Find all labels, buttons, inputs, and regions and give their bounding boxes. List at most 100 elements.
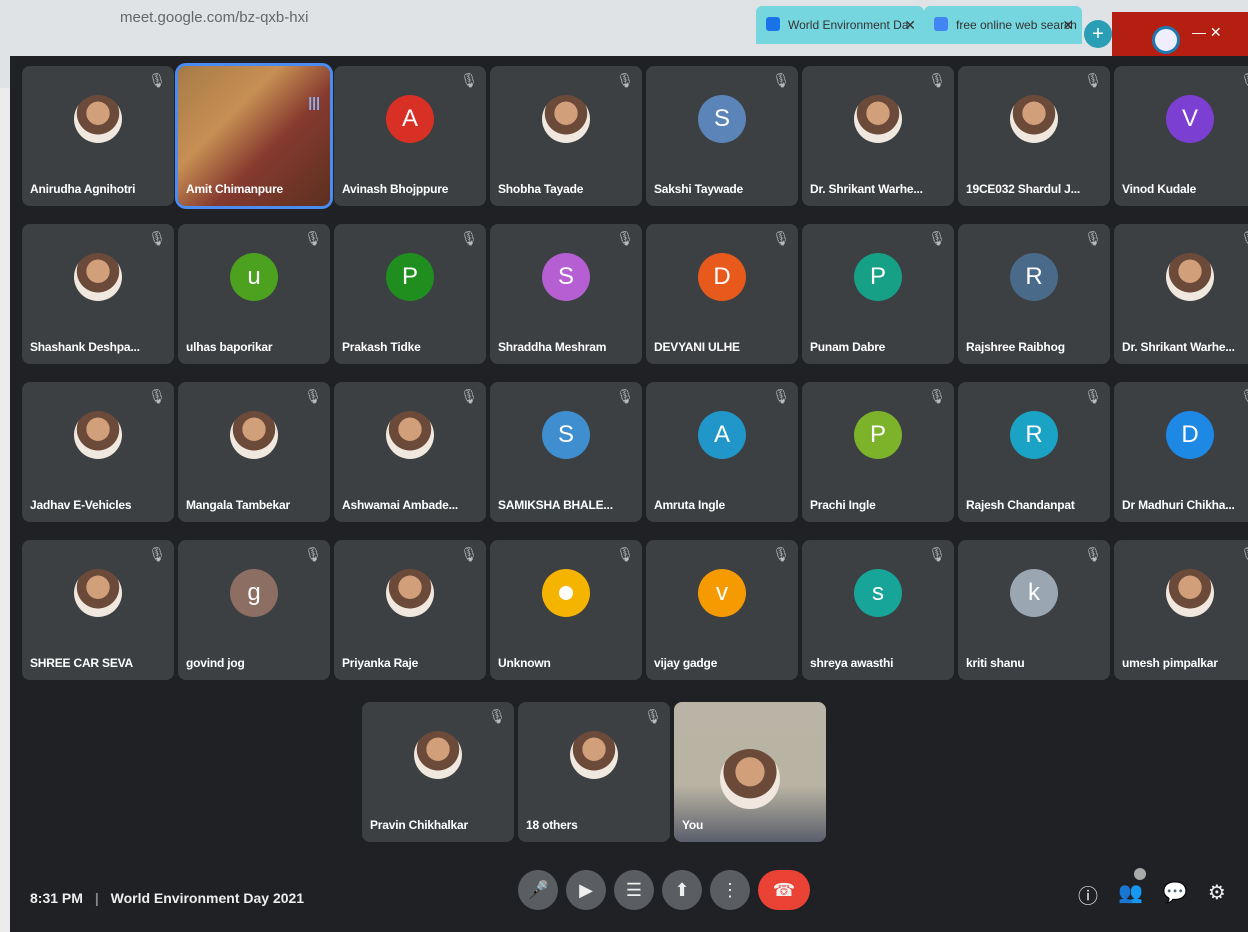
speaking-indicator-icon: ||| — [308, 94, 320, 110]
mic-muted-icon: 🎙︎ — [928, 230, 946, 246]
participant-tile[interactable]: 🎙︎ Anirudha Agnihotri — [22, 66, 174, 206]
mic-muted-icon: 🎙︎ — [772, 388, 790, 404]
participant-name: Shraddha Meshram — [498, 340, 607, 354]
mic-muted-icon: 🎙︎ — [772, 72, 790, 88]
tab-favicon-icon — [766, 17, 780, 31]
avatar-photo — [542, 95, 590, 144]
window-controls[interactable]: — ✕ — [1192, 24, 1222, 41]
participant-name: Amruta Ingle — [654, 498, 725, 512]
participant-name: Rajesh Chandanpat — [966, 498, 1075, 512]
participant-name: Shashank Deshpa... — [30, 340, 140, 354]
participant-name: SAMIKSHA BHALE... — [498, 498, 613, 512]
participant-name: You — [682, 818, 704, 832]
participant-tile[interactable]: 🎙︎ Dr. Shrikant Warhe... — [1114, 224, 1248, 364]
browser-tab-1[interactable]: World Environment Da ✕ — [756, 6, 924, 44]
participant-name: Anirudha Agnihotri — [30, 182, 136, 196]
participant-tile[interactable]: 🎙︎ 18 others — [518, 702, 670, 842]
participant-tile[interactable]: 🎙︎ SHREE CAR SEVA — [22, 540, 174, 680]
participant-tile[interactable]: 🎙︎ umesh pimpalkar — [1114, 540, 1248, 680]
mic-muted-icon: 🎙︎ — [616, 72, 634, 88]
people-count-badge — [1134, 868, 1146, 880]
profile-icon[interactable] — [1152, 26, 1180, 54]
tab-close-icon[interactable]: ✕ — [904, 6, 916, 44]
participant-tile[interactable]: R 🎙︎ Rajshree Raibhog — [958, 224, 1110, 364]
participant-name: Sakshi Taywade — [654, 182, 744, 196]
avatar-photo — [74, 411, 122, 460]
avatar-initial: P — [854, 411, 902, 460]
participant-tile[interactable]: S 🎙︎ SAMIKSHA BHALE... — [490, 382, 642, 522]
participant-tile[interactable]: S 🎙︎ Sakshi Taywade — [646, 66, 798, 206]
camera-button[interactable]: ▶ — [566, 870, 606, 910]
participant-tile[interactable]: v 🎙︎ vijay gadge — [646, 540, 798, 680]
address-bar[interactable]: meet.google.com/bz-qxb-hxi — [120, 6, 500, 30]
mic-muted-icon: 🎙︎ — [488, 708, 506, 724]
new-tab-button[interactable]: + — [1084, 20, 1112, 48]
participant-tile[interactable]: S 🎙︎ Shraddha Meshram — [490, 224, 642, 364]
participant-tile[interactable]: u 🎙︎ ulhas baporikar — [178, 224, 330, 364]
mic-muted-icon: 🎙︎ — [644, 708, 662, 724]
meeting-title: World Environment Day 2021 — [110, 890, 305, 906]
avatar-photo — [74, 569, 122, 618]
participant-tile[interactable]: 🎙︎ Mangala Tambekar — [178, 382, 330, 522]
unknown-user-icon — [542, 569, 590, 618]
participant-tile[interactable]: 🎙︎ Pravin Chikhalkar — [362, 702, 514, 842]
participant-tile[interactable]: P 🎙︎ Prachi Ingle — [802, 382, 954, 522]
avatar-initial: P — [854, 253, 902, 302]
avatar-photo — [386, 411, 434, 460]
participant-tile[interactable]: 🎙︎ Priyanka Raje — [334, 540, 486, 680]
info-icon[interactable]: ⓘ — [1078, 880, 1098, 909]
participant-tile[interactable]: ||| Amit Chimanpure — [175, 63, 333, 209]
mic-muted-icon: 🎙︎ — [1240, 388, 1248, 405]
more-options-button[interactable]: ⋮ — [710, 870, 750, 910]
browser-tab-2[interactable]: free online web search ✕ — [924, 6, 1082, 44]
avatar-initial: D — [1166, 411, 1214, 460]
mic-muted-icon: 🎙︎ — [1084, 388, 1102, 404]
avatar-initial: P — [386, 253, 434, 302]
participant-tile[interactable]: s 🎙︎ shreya awasthi — [802, 540, 954, 680]
avatar-photo — [1010, 95, 1058, 144]
avatar-initial: v — [698, 569, 746, 618]
participant-tile[interactable]: g 🎙︎ govind jog — [178, 540, 330, 680]
participant-tile[interactable]: A 🎙︎ Amruta Ingle — [646, 382, 798, 522]
participant-tile[interactable]: P 🎙︎ Prakash Tidke — [334, 224, 486, 364]
participant-tile[interactable]: R 🎙︎ Rajesh Chandanpat — [958, 382, 1110, 522]
avatar-initial: k — [1010, 569, 1058, 618]
participant-tile[interactable]: P 🎙︎ Punam Dabre — [802, 224, 954, 364]
participant-tile[interactable]: V 🎙︎ Vinod Kudale — [1114, 66, 1248, 206]
participant-name: Mangala Tambekar — [186, 498, 290, 512]
captions-button[interactable]: ☰ — [614, 870, 654, 910]
mic-muted-icon: 🎙︎ — [304, 230, 322, 246]
participant-name: Unknown — [498, 656, 551, 670]
participant-tile[interactable]: 🎙︎ Shashank Deshpa... — [22, 224, 174, 364]
participant-tile[interactable]: D 🎙︎ Dr Madhuri Chikha... — [1114, 382, 1248, 522]
participant-name: Dr Madhuri Chikha... — [1122, 498, 1235, 512]
participant-name: kriti shanu — [966, 656, 1025, 670]
participant-name: vijay gadge — [654, 656, 718, 670]
participant-tile[interactable]: D 🎙︎ DEVYANI ULHE — [646, 224, 798, 364]
chat-icon[interactable]: 💬 — [1163, 880, 1188, 909]
end-call-button[interactable]: ☎ — [758, 870, 810, 910]
participant-tile[interactable]: You — [674, 702, 826, 842]
participant-tile[interactable]: 🎙︎ Unknown — [490, 540, 642, 680]
avatar-photo — [74, 95, 122, 144]
participant-name: Amit Chimanpure — [186, 182, 284, 196]
activities-icon[interactable]: ⚙ — [1208, 880, 1226, 909]
participant-tile[interactable]: k 🎙︎ kriti shanu — [958, 540, 1110, 680]
participant-tile[interactable]: 🎙︎ Ashwamai Ambade... — [334, 382, 486, 522]
tab-close-icon[interactable]: ✕ — [1062, 6, 1074, 44]
participant-tile[interactable]: 🎙︎ Shobha Tayade — [490, 66, 642, 206]
mic-button[interactable]: 🎤 — [518, 870, 558, 910]
participant-tile[interactable]: 🎙︎ 19CE032 Shardul J... — [958, 66, 1110, 206]
people-icon[interactable]: 👥 — [1118, 880, 1143, 909]
participant-name: DEVYANI ULHE — [654, 340, 740, 354]
participant-tile[interactable]: 🎙︎ Jadhav E-Vehicles — [22, 382, 174, 522]
mic-muted-icon: 🎙︎ — [460, 388, 478, 404]
participant-tile[interactable]: A 🎙︎ Avinash Bhojppure — [334, 66, 486, 206]
participant-tile[interactable]: 🎙︎ Dr. Shrikant Warhe... — [802, 66, 954, 206]
mic-muted-icon: 🎙︎ — [928, 72, 946, 88]
meeting-details: 8:31 PM | World Environment Day 2021 — [30, 890, 304, 906]
side-panel-icons: ⓘ 👥 💬 ⚙ — [1078, 880, 1226, 909]
mic-muted-icon: 🎙︎ — [928, 546, 946, 562]
window-titlebar — [1112, 12, 1248, 58]
present-button[interactable]: ⬆ — [662, 870, 702, 910]
